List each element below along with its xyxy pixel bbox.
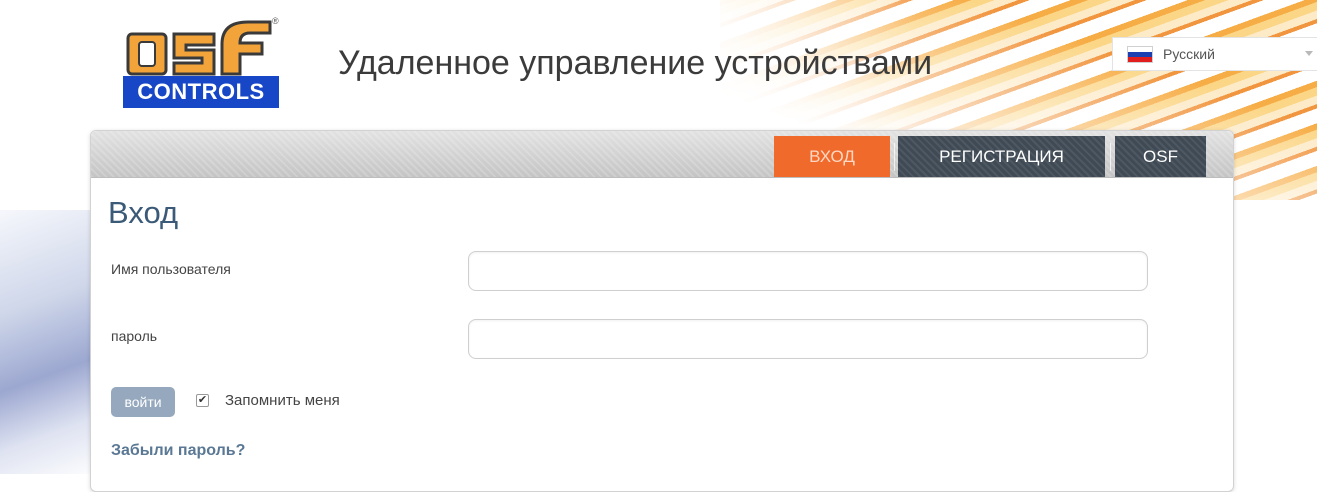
- russia-flag-icon: [1127, 45, 1153, 63]
- top-navbar: ВХОД РЕГИСТРАЦИЯ OSF: [91, 131, 1233, 178]
- tab-login[interactable]: ВХОД: [774, 136, 890, 177]
- page-title: Вход: [108, 195, 179, 230]
- site-title: Удаленное управление устройствами: [338, 44, 933, 82]
- osf-controls-logo[interactable]: ® CONTROLS: [122, 14, 282, 110]
- password-input[interactable]: [468, 319, 1148, 359]
- logo-subtitle: CONTROLS: [123, 76, 279, 108]
- nav-separator: [894, 143, 895, 171]
- dropdown-arrow-icon: [1305, 51, 1313, 56]
- forgot-password-link[interactable]: Забыли пароль?: [111, 442, 245, 460]
- login-panel: ВХОД РЕГИСТРАЦИЯ OSF Вход Имя пользовате…: [90, 130, 1234, 492]
- nav-separator: [1110, 143, 1111, 171]
- remember-me-label[interactable]: Запомнить меня: [225, 392, 340, 409]
- tab-osf[interactable]: OSF: [1115, 136, 1206, 177]
- tab-register[interactable]: РЕГИСТРАЦИЯ: [898, 136, 1105, 177]
- osf-logo-letters-icon: ®: [126, 16, 279, 76]
- username-label: Имя пользователя: [111, 261, 231, 277]
- password-label: пароль: [111, 328, 158, 344]
- login-button[interactable]: войти: [111, 387, 175, 417]
- language-label: Русский: [1163, 46, 1215, 62]
- username-input[interactable]: [468, 251, 1148, 291]
- language-selector[interactable]: Русский: [1112, 37, 1317, 71]
- registered-mark: ®: [272, 16, 279, 26]
- remember-me-checkbox[interactable]: ✔: [196, 394, 209, 407]
